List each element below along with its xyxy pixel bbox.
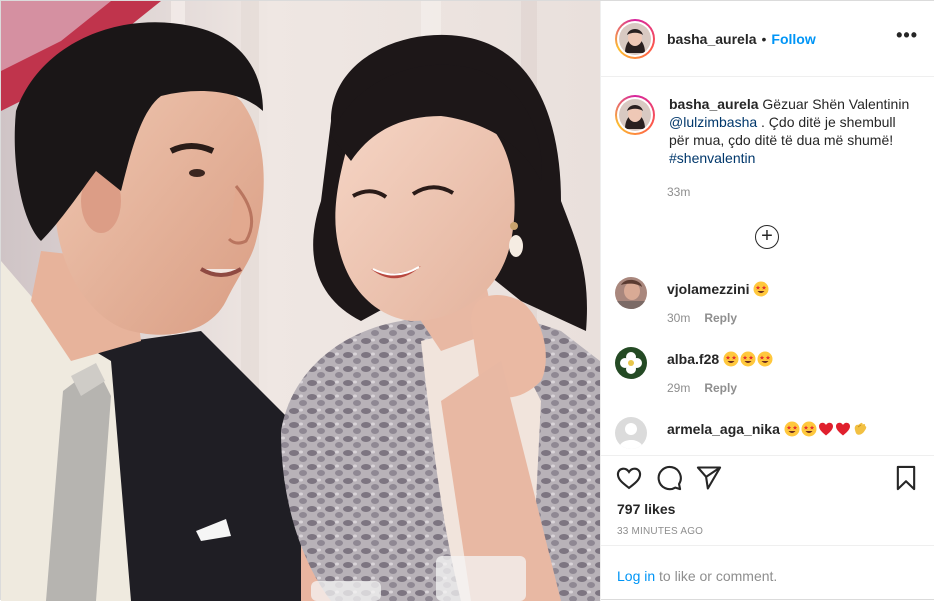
author-avatar[interactable] [615, 18, 655, 59]
star-struck-emoji-icon [740, 351, 756, 370]
comment-text: vjolamezzini [667, 281, 770, 300]
avatar-portrait-icon [615, 277, 647, 309]
caption-mention-link[interactable]: @lulzimbasha [669, 114, 757, 130]
bookmark-icon[interactable] [892, 464, 920, 492]
commenter-avatar[interactable] [615, 277, 647, 309]
comment-username[interactable]: alba.f28 [667, 351, 719, 367]
post-photo[interactable] [1, 1, 600, 601]
plus-circle-icon: + [761, 225, 773, 247]
post-sidebar: basha_aurela • Follow ••• basha_aurela G… [600, 1, 934, 601]
comment-username[interactable]: armela_aga_nika [667, 421, 780, 437]
commenter-avatar[interactable] [615, 417, 647, 449]
reply-button[interactable]: Reply [704, 381, 737, 395]
caption-text: basha_aurela Gëzuar Shën Valentinin @lul… [669, 95, 914, 167]
caption-avatar[interactable] [615, 95, 655, 135]
caption-text-part-1: Gëzuar Shën Valentinin [758, 96, 910, 112]
reply-button[interactable]: Reply [704, 311, 737, 325]
comment-username[interactable]: vjolamezzini [667, 281, 749, 297]
likes-count[interactable]: 797 likes [617, 501, 675, 517]
post-header: basha_aurela • Follow ••• [601, 1, 934, 77]
comment-text: armela_aga_nika [667, 421, 869, 440]
avatar-image [619, 22, 651, 55]
comment-item: vjolamezzini 30m Reply [615, 277, 925, 327]
star-struck-emoji-icon [757, 351, 773, 370]
star-struck-emoji-icon [801, 421, 817, 440]
author-username[interactable]: basha_aurela [667, 31, 757, 47]
comment-meta: 29m Reply [667, 381, 737, 395]
header-separator: • [761, 30, 767, 47]
more-horizontal-icon[interactable]: ••• [896, 26, 918, 44]
avatar-portrait-icon [619, 22, 651, 55]
comment-timestamp: 30m [667, 311, 691, 325]
red-heart-emoji-icon [835, 421, 851, 440]
couple-photo-illustration [1, 1, 600, 601]
star-struck-emoji-icon [784, 421, 800, 440]
share-icon[interactable] [695, 464, 723, 492]
login-prompt-text: to like or comment. [655, 568, 778, 584]
red-heart-emoji-icon [818, 421, 834, 440]
caption-hashtag-link[interactable]: #shenvalentin [669, 150, 755, 166]
comment-text: alba.f28 [667, 351, 774, 370]
comment-meta: 30m Reply [667, 311, 737, 325]
caption-avatar-image [619, 99, 651, 131]
star-struck-emoji-icon [723, 351, 739, 370]
comments-scroll-area[interactable]: basha_aurela Gëzuar Shën Valentinin @lul… [601, 77, 934, 455]
avatar-ring-inner [617, 20, 653, 57]
comment-item: alba.f28 29m Reply [615, 347, 925, 397]
caption-timestamp: 33m [667, 185, 691, 199]
comment-icon[interactable] [655, 464, 683, 492]
post-actions: 797 likes 33 MINUTES AGO [601, 455, 934, 545]
default-avatar-icon [615, 417, 647, 449]
commenter-avatar[interactable] [615, 347, 647, 379]
avatar-portrait-icon [619, 99, 651, 131]
star-struck-emoji-icon [753, 281, 769, 300]
heart-icon[interactable] [615, 464, 643, 492]
instagram-post: basha_aurela • Follow ••• basha_aurela G… [0, 0, 934, 601]
login-link[interactable]: Log in [617, 568, 655, 584]
caption-avatar-ring-inner [617, 97, 653, 133]
post-caption: basha_aurela Gëzuar Shën Valentinin @lul… [615, 95, 925, 167]
post-timestamp: 33 MINUTES AGO [617, 526, 704, 537]
clapping-hands-emoji-icon [852, 421, 868, 440]
follow-button[interactable]: Follow [771, 31, 815, 47]
load-more-comments-button[interactable]: + [755, 225, 779, 249]
comment-timestamp: 29m [667, 381, 691, 395]
caption-username[interactable]: basha_aurela [669, 96, 759, 112]
comment-item: armela_aga_nika [615, 417, 925, 455]
flower-avatar-icon [615, 347, 647, 379]
login-prompt: Log in to like or comment. [601, 545, 934, 601]
